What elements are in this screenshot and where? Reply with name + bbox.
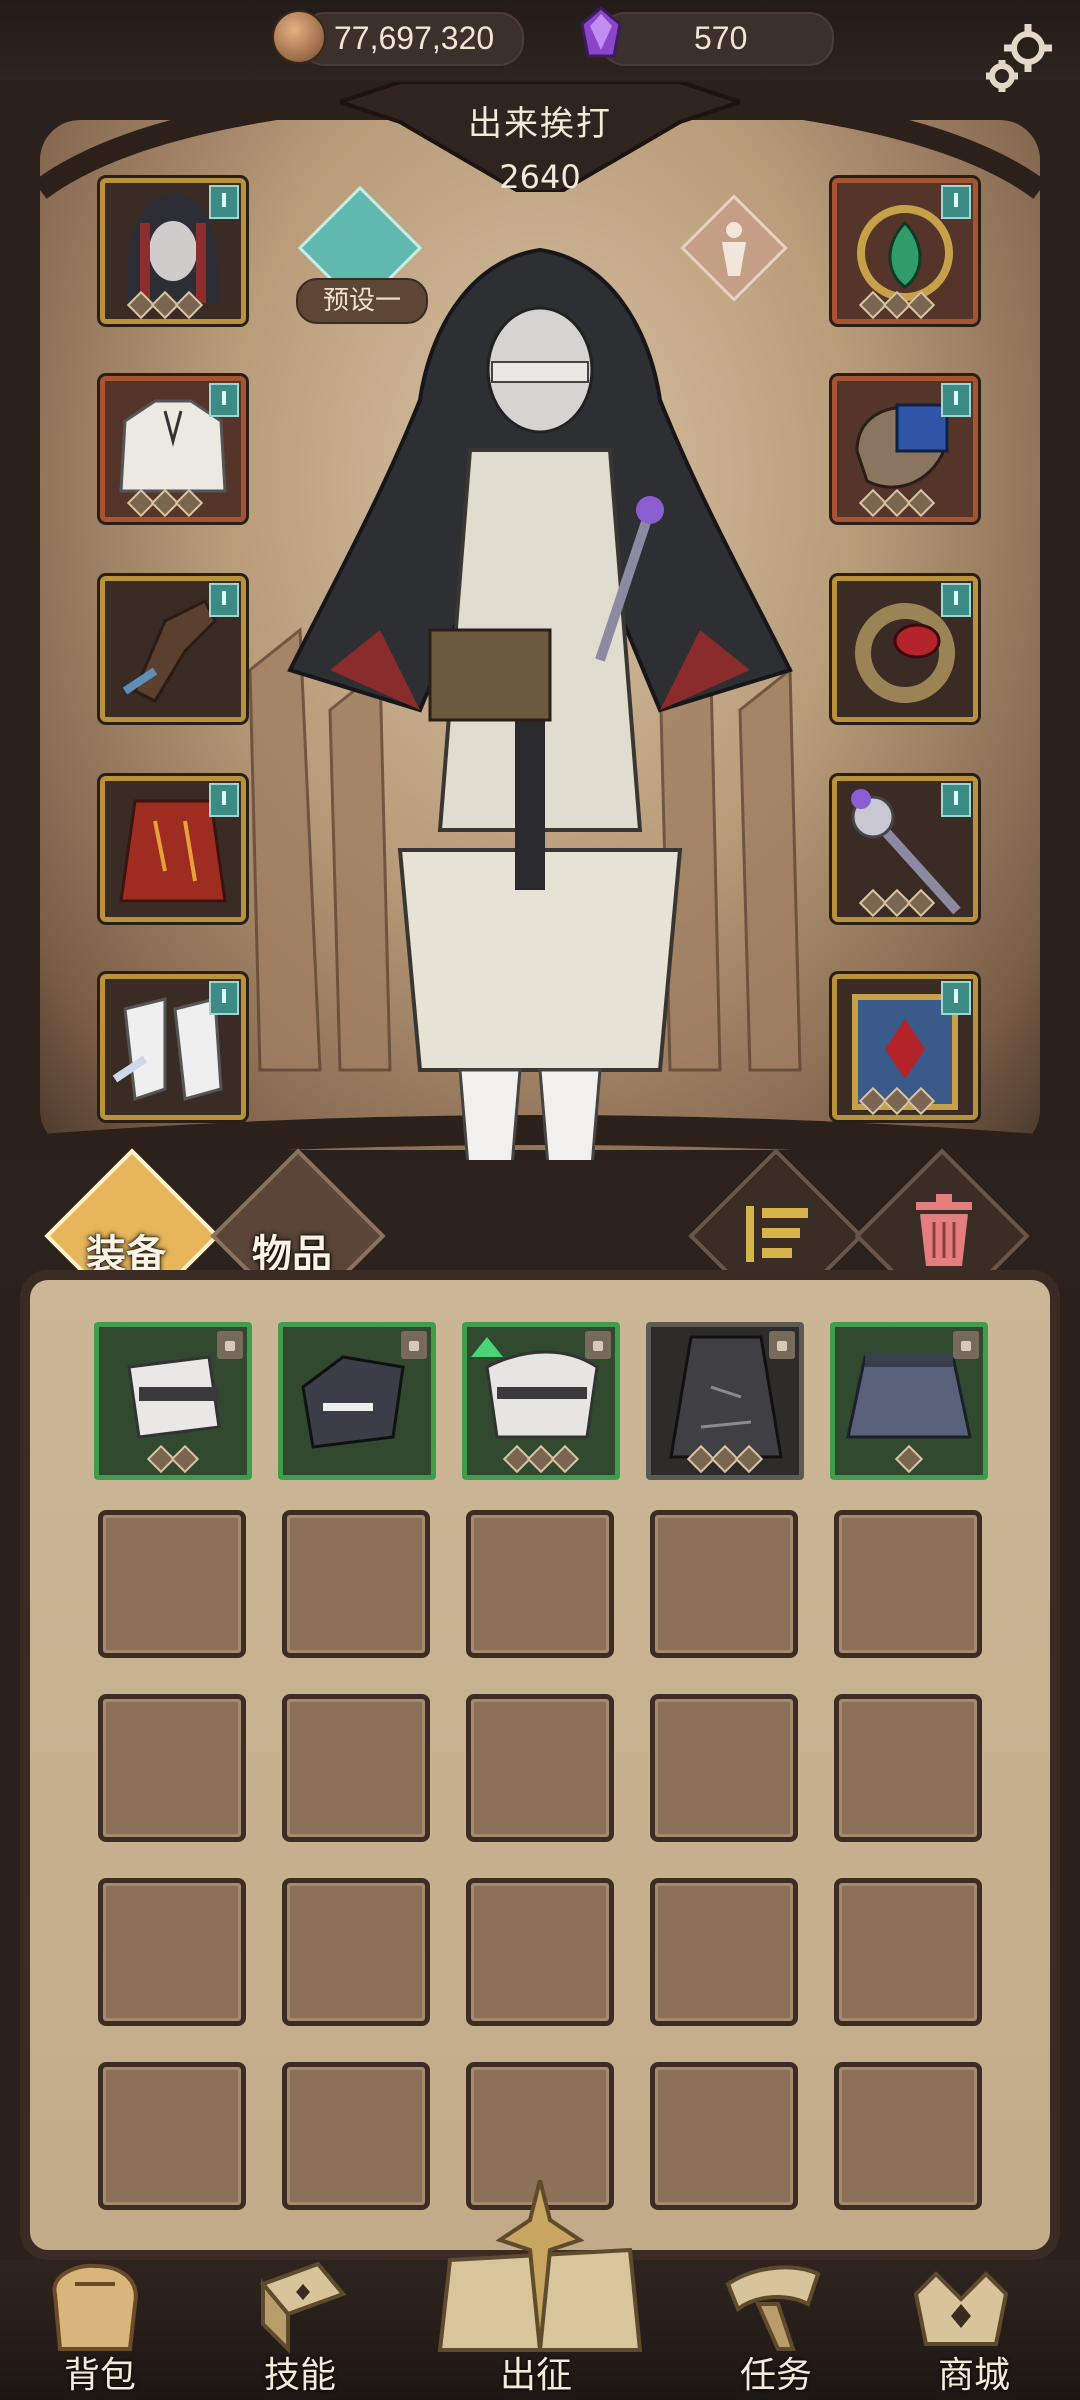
empty-inventory-slot[interactable]	[98, 2062, 246, 2210]
socket-row	[126, 290, 204, 319]
empty-inventory-slot[interactable]	[466, 1878, 614, 2026]
nav-backpack-label[interactable]: 背包	[64, 2346, 136, 2398]
socket-row	[467, 1444, 615, 1474]
empty-inventory-slot[interactable]	[282, 2062, 430, 2210]
empty-inventory-slot[interactable]	[466, 1510, 614, 1658]
empty-inventory-slot[interactable]	[466, 1694, 614, 1842]
empty-inventory-slot[interactable]	[98, 1694, 246, 1842]
coin-icon	[272, 10, 326, 64]
slot-badge	[209, 783, 239, 817]
inventory-item[interactable]	[646, 1322, 804, 1480]
equip-slot-amulet[interactable]	[832, 178, 978, 324]
socket-row	[858, 1086, 936, 1115]
equip-slot-boots[interactable]	[100, 974, 246, 1120]
quest-scroll-icon[interactable]	[718, 2254, 828, 2354]
empty-inventory-slot[interactable]	[282, 1694, 430, 1842]
slot-badge	[209, 981, 239, 1015]
slot-badge	[209, 383, 239, 417]
equip-slot-bracer[interactable]	[832, 376, 978, 522]
empty-inventory-slot[interactable]	[650, 1878, 798, 2026]
nav-expedition-label[interactable]: 出征	[500, 2346, 572, 2398]
slot-badge	[941, 185, 971, 219]
empty-inventory-slot[interactable]	[98, 1510, 246, 1658]
trash-icon	[916, 1194, 972, 1266]
socket-row	[858, 488, 936, 517]
empty-inventory-slot[interactable]	[834, 1510, 982, 1658]
currency-bar	[0, 0, 1080, 80]
equip-slot-hood[interactable]	[100, 178, 246, 324]
empty-inventory-slot[interactable]	[282, 1878, 430, 2026]
socket-row	[835, 1444, 983, 1474]
coin-amount: 77,697,320	[334, 20, 495, 56]
slot-badge	[941, 383, 971, 417]
socket-row	[99, 1444, 247, 1474]
person-icon	[722, 222, 746, 276]
lock-icon	[953, 1331, 979, 1359]
slot-badge	[209, 185, 239, 219]
empty-inventory-slot[interactable]	[98, 1878, 246, 2026]
socket-row	[126, 488, 204, 517]
lock-icon	[401, 1331, 427, 1359]
settings-gear-icon[interactable]	[978, 18, 1060, 100]
socket-row	[651, 1444, 799, 1474]
nav-skills-label[interactable]: 技能	[264, 2346, 336, 2398]
nav-quests-label[interactable]: 任务	[740, 2346, 812, 2398]
empty-inventory-slot[interactable]	[650, 2062, 798, 2210]
sort-icon	[746, 1206, 808, 1262]
equip-slot-skirt[interactable]	[100, 776, 246, 922]
skill-book-icon[interactable]	[248, 2254, 358, 2354]
expedition-icon[interactable]	[430, 2180, 650, 2360]
preset-label[interactable]: 预设一	[296, 278, 428, 324]
slot-badge	[941, 981, 971, 1015]
equip-slot-ring[interactable]	[832, 576, 978, 722]
slot-badge	[941, 783, 971, 817]
equip-slot-mace[interactable]	[832, 776, 978, 922]
slot-badge	[209, 583, 239, 617]
empty-inventory-slot[interactable]	[834, 1694, 982, 1842]
nav-shop-label[interactable]: 商城	[938, 2346, 1010, 2398]
gem-amount: 570	[694, 20, 748, 56]
inventory-item[interactable]	[830, 1322, 988, 1480]
lock-icon	[585, 1331, 611, 1359]
gem-icon	[580, 6, 622, 58]
empty-inventory-slot[interactable]	[834, 1878, 982, 2026]
coin-counter[interactable]: 77,697,320	[300, 12, 524, 66]
character-name: 出来挨打	[468, 104, 612, 144]
inventory-item[interactable]	[462, 1322, 620, 1480]
gem-counter[interactable]: 570	[600, 12, 834, 66]
equip-slot-gloves[interactable]	[100, 576, 246, 722]
socket-row	[858, 290, 936, 319]
empty-inventory-slot[interactable]	[834, 2062, 982, 2210]
equip-slot-blouse[interactable]	[100, 376, 246, 522]
lock-icon	[769, 1331, 795, 1359]
empty-inventory-slot[interactable]	[650, 1510, 798, 1658]
empty-inventory-slot[interactable]	[650, 1694, 798, 1842]
shop-crown-icon[interactable]	[906, 2254, 1016, 2354]
inventory-item[interactable]	[278, 1322, 436, 1480]
socket-row	[858, 888, 936, 917]
lock-icon	[217, 1331, 243, 1359]
backpack-icon[interactable]	[40, 2254, 150, 2354]
equip-slot-tome[interactable]	[832, 974, 978, 1120]
empty-inventory-slot[interactable]	[282, 1510, 430, 1658]
slot-badge	[941, 583, 971, 617]
inventory-item[interactable]	[94, 1322, 252, 1480]
